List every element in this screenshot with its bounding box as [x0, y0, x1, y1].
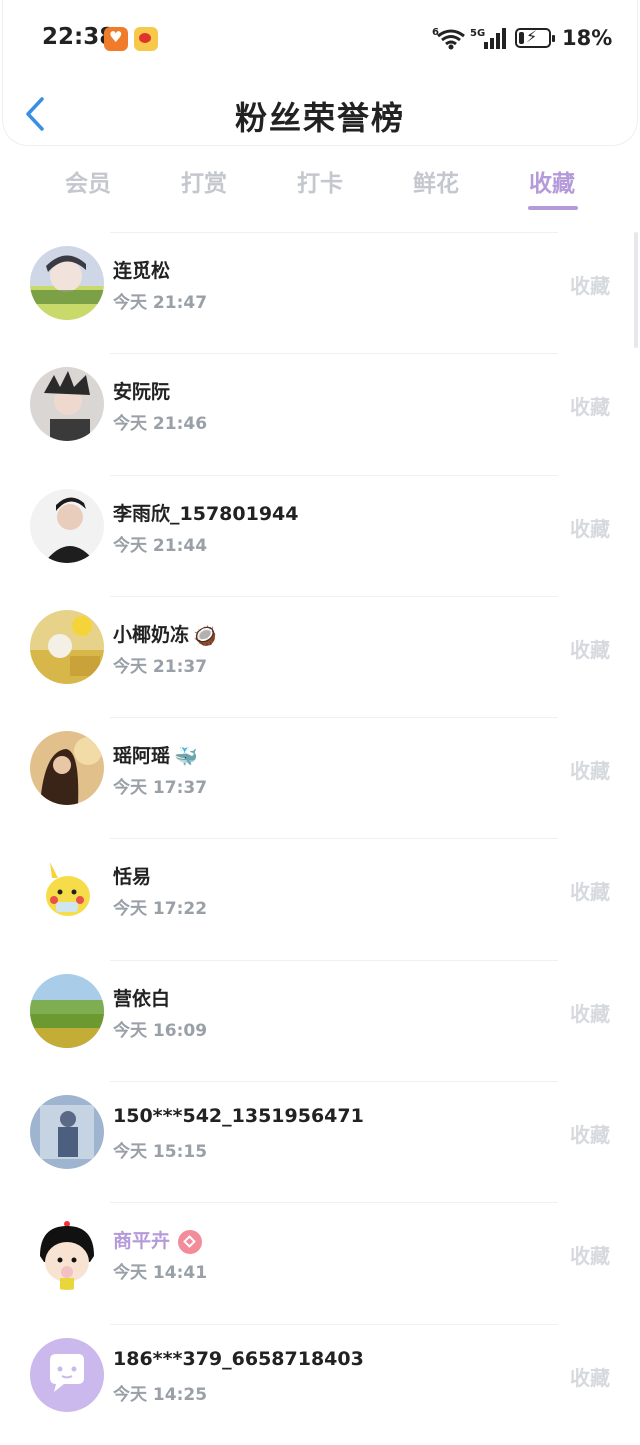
app-notification-icon: [104, 27, 128, 51]
battery-icon: ⚡: [515, 27, 555, 48]
user-name: 安阮阮: [113, 381, 171, 404]
user-name: 瑶阿瑶 🐳: [113, 741, 198, 768]
list-item[interactable]: 营依白 今天 16:09 收藏: [0, 959, 640, 1081]
timestamp: 今天 21:44: [113, 535, 208, 556]
divider: [110, 717, 558, 719]
timestamp: 今天 16:09: [113, 1020, 208, 1041]
timestamp: 今天 14:25: [113, 1384, 208, 1405]
battery-percent: 18%: [562, 26, 613, 50]
user-name: 186***379_6658718403: [113, 1347, 364, 1370]
avatar[interactable]: [30, 609, 104, 684]
timestamp: 今天 17:22: [113, 899, 208, 920]
user-name-text: 小椰奶冻: [113, 623, 190, 646]
wifi-icon: 6: [432, 27, 465, 50]
timestamp: 今天 21:46: [113, 414, 208, 435]
timestamp: 今天 17:37: [113, 778, 208, 799]
list-item[interactable]: 连觅松 今天 21:47 收藏: [0, 232, 640, 353]
divider: [110, 959, 558, 961]
divider: [110, 595, 558, 597]
action-label: 收藏: [570, 1001, 610, 1026]
action-label: 收藏: [570, 516, 610, 541]
action-label: 收藏: [570, 395, 610, 420]
divider: [110, 1323, 558, 1325]
user-name: 150***542_1351956471: [113, 1105, 364, 1128]
divider: [110, 1081, 558, 1083]
avatar[interactable]: [30, 973, 104, 1048]
fan-list: 连觅松 今天 21:47 收藏 安阮阮 今天 21:46 收藏 李雨欣_1578…: [0, 232, 640, 1445]
tab-member[interactable]: 会员: [30, 164, 146, 198]
user-name-text: 瑶阿瑶: [113, 745, 171, 768]
user-name: 连觅松: [113, 260, 171, 282]
user-name: 李雨欣_157801944: [113, 502, 299, 525]
avatar[interactable]: [30, 1337, 104, 1412]
timestamp: 今天 21:37: [113, 656, 208, 677]
list-item[interactable]: 瑶阿瑶 🐳 今天 17:37 收藏: [0, 717, 640, 838]
battery-level-fill: [519, 32, 524, 44]
avatar[interactable]: [30, 1216, 104, 1291]
coconut-emoji-icon: 🥥: [193, 624, 217, 647]
scrollbar[interactable]: [634, 232, 638, 348]
timestamp: 今天 21:47: [113, 293, 208, 313]
divider: [110, 1202, 558, 1204]
tab-flowers[interactable]: 鲜花: [378, 164, 494, 198]
avatar[interactable]: [30, 1095, 104, 1170]
tab-checkin[interactable]: 打卡: [262, 164, 378, 198]
weibo-notification-icon: [134, 27, 158, 51]
list-item[interactable]: 商平卉 今天 14:41 收藏: [0, 1202, 640, 1323]
list-item[interactable]: 小椰奶冻 🥥 今天 21:37 收藏: [0, 595, 640, 717]
avatar[interactable]: [30, 852, 104, 927]
network-6-label: 6: [432, 27, 439, 38]
action-label: 收藏: [570, 637, 610, 662]
timestamp: 今天 14:41: [113, 1263, 208, 1284]
divider: [110, 474, 558, 476]
action-label: 收藏: [570, 1123, 610, 1148]
avatar[interactable]: [30, 367, 104, 442]
action-label: 收藏: [570, 1365, 610, 1390]
whale-emoji-icon: 🐳: [174, 746, 198, 769]
diamond-vip-badge-icon: [178, 1229, 203, 1254]
list-item[interactable]: 李雨欣_157801944 今天 21:44 收藏: [0, 474, 640, 596]
action-label: 收藏: [570, 274, 610, 298]
action-label: 收藏: [570, 880, 610, 905]
user-name: 营依白: [113, 987, 171, 1010]
avatar[interactable]: [30, 488, 104, 563]
network-5g-label: 5G: [470, 28, 485, 39]
divider: [110, 838, 558, 840]
user-name-text: 商平卉: [113, 1230, 171, 1253]
divider: [110, 232, 558, 233]
cellular-signal-icon: 5G: [470, 28, 506, 49]
list-item[interactable]: 恬易 今天 17:22 收藏: [0, 838, 640, 959]
avatar[interactable]: [30, 731, 104, 806]
divider: [110, 353, 558, 355]
charging-bolt-icon: ⚡: [526, 27, 538, 46]
tab-tip[interactable]: 打赏: [146, 164, 262, 198]
user-name: 恬易: [113, 866, 152, 889]
list-item[interactable]: 186***379_6658718403 今天 14:25 收藏: [0, 1323, 640, 1445]
list-item[interactable]: 150***542_1351956471 今天 15:15 收藏: [0, 1081, 640, 1202]
tab-favorites[interactable]: 收藏: [494, 164, 610, 198]
user-name: 商平卉: [113, 1226, 203, 1254]
page-title: 粉丝荣誉榜: [234, 99, 405, 137]
avatar[interactable]: [30, 246, 104, 320]
user-name: 小椰奶冻 🥥: [113, 620, 217, 647]
action-label: 收藏: [570, 1244, 610, 1269]
timestamp: 今天 15:15: [113, 1142, 208, 1163]
status-bar: 22:38 6 5G ⚡ 18%: [0, 0, 640, 80]
list-item[interactable]: 安阮阮 今天 21:46 收藏: [0, 353, 640, 474]
tab-active-indicator: [528, 206, 578, 210]
action-label: 收藏: [570, 759, 610, 784]
